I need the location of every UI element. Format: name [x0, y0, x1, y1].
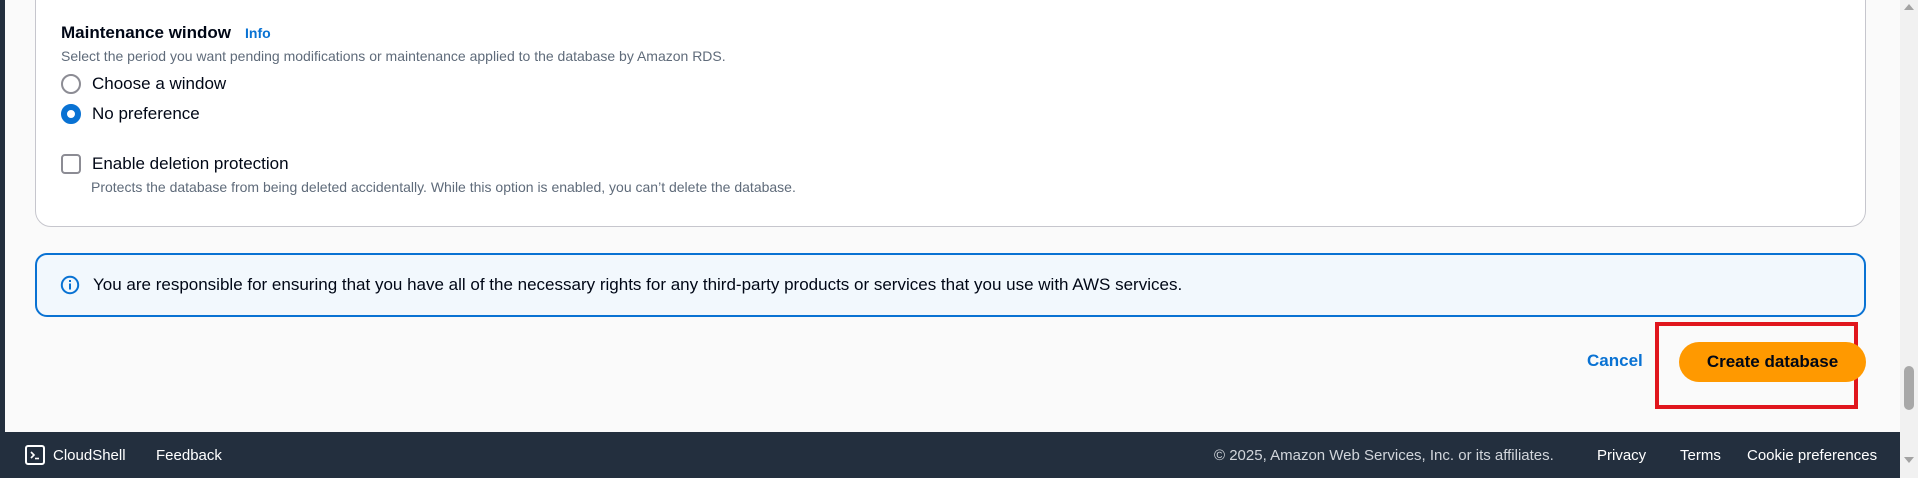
terms-link[interactable]: Terms [1680, 432, 1721, 478]
left-edge [0, 0, 5, 478]
create-database-button[interactable]: Create database [1679, 342, 1866, 382]
deletion-protection-checkbox[interactable] [61, 154, 81, 174]
copyright-text: © 2025, Amazon Web Services, Inc. or its… [1214, 446, 1554, 464]
cancel-button[interactable]: Cancel [1587, 351, 1643, 371]
deletion-protection-description: Protects the database from being deleted… [91, 179, 796, 195]
feedback-label: Feedback [156, 446, 222, 464]
info-circle-icon [59, 274, 81, 296]
scroll-down-arrow-icon[interactable] [1904, 457, 1914, 463]
maintenance-window-description: Select the period you want pending modif… [61, 48, 726, 64]
vertical-scrollbar[interactable] [1900, 0, 1918, 478]
feedback-link[interactable]: Feedback [156, 432, 222, 478]
radio-button[interactable] [61, 74, 81, 94]
maintenance-window-header: Maintenance window Info [61, 23, 271, 43]
console-footer: CloudShell Feedback © 2025, Amazon Web S… [5, 432, 1900, 478]
scroll-up-arrow-icon[interactable] [1904, 4, 1914, 10]
scroll-thumb[interactable] [1904, 366, 1914, 410]
radio-label: Choose a window [92, 74, 227, 93]
radio-no-preference[interactable]: No preference [61, 104, 200, 124]
privacy-link[interactable]: Privacy [1597, 432, 1646, 478]
deletion-protection-label: Enable deletion protection [92, 154, 289, 173]
info-link[interactable]: Info [245, 25, 271, 41]
alert-text: You are responsible for ensuring that yo… [93, 275, 1183, 294]
maintenance-window-title: Maintenance window [61, 23, 232, 42]
radio-button-selected[interactable] [61, 104, 81, 124]
radio-choose-a-window[interactable]: Choose a window [61, 74, 226, 94]
cloudshell-label: CloudShell [53, 446, 126, 464]
terminal-icon [25, 445, 45, 465]
cookie-preferences-link[interactable]: Cookie preferences [1747, 432, 1877, 478]
cloudshell-button[interactable]: CloudShell [25, 432, 126, 478]
info-alert: You are responsible for ensuring that yo… [35, 253, 1866, 317]
radio-label: No preference [92, 104, 200, 123]
deletion-protection-checkbox-row[interactable]: Enable deletion protection [61, 154, 289, 174]
